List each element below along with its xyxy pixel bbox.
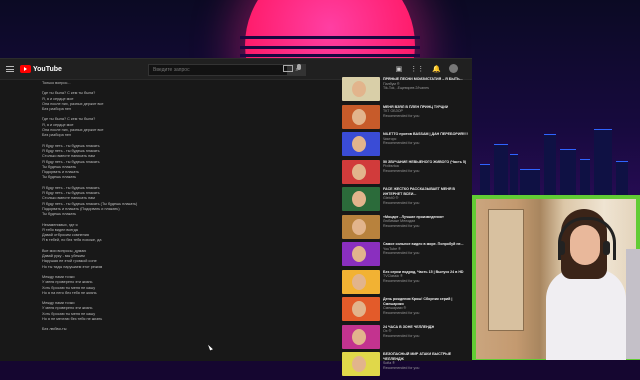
sun-stripe xyxy=(240,54,420,57)
video-info: БЕЗОПАСНЫЙ МИР АТАКИ БЫСТРЫЕ ЧЕЛЛЕНДЖ Sof… xyxy=(380,352,470,379)
recommended-video[interactable]: NILETTO против BASSAM | ДАН ПЕРЕБОРИЯ!!!… xyxy=(342,132,470,159)
video-meta: Recommended for you xyxy=(383,168,420,173)
apps-icon[interactable]: ⋮⋮ xyxy=(410,65,424,73)
video-meta: Recommended for you xyxy=(383,365,420,370)
youtube-play-icon xyxy=(20,65,31,73)
recommended-video[interactable]: ПРЯНЫЕ ПЕСНИ МОИЗИСТАТИЯ – Я БЫТЬ... Палб… xyxy=(342,77,470,104)
video-info: 50 ЗВУЧАНИЕ НЕВЫЕНОГО ЖИВОГО (Часть 5) Pi… xyxy=(380,160,466,187)
youtube-window: YouTube ⌕ ▣ ⋮⋮ 🔔 Только вопрос... Где ты… xyxy=(0,58,472,376)
video-title[interactable]: Самое сильное видео в мире. Попробуй не.… xyxy=(383,242,464,247)
search-input[interactable] xyxy=(148,64,288,76)
sun-stripe xyxy=(240,36,420,39)
recommended-videos: ПРЯНЫЕ ПЕСНИ МОИЗИСТАТИЯ – Я БЫТЬ... Палб… xyxy=(342,77,470,380)
video-thumbnail[interactable] xyxy=(342,104,380,129)
video-thumbnail[interactable] xyxy=(342,297,380,321)
video-thumbnail[interactable] xyxy=(342,77,380,101)
video-info: 24 ЧАСА В ЗОНЕ ЧЕЛЛЕНДЖ Ox ® Recommended f… xyxy=(380,325,434,352)
recommended-video[interactable]: 24 ЧАСА В ЗОНЕ ЧЕЛЛЕНДЖ Ox ® Recommended f… xyxy=(342,324,470,352)
video-meta: Recommended for you xyxy=(383,223,420,228)
video-thumbnail[interactable] xyxy=(342,132,380,156)
webcam-overlay xyxy=(472,195,640,360)
recommended-video[interactable]: 50 ЗВУЧАНИЕ НЕВЫЕНОГО ЖИВОГО (Часть 5) Pi… xyxy=(342,159,470,187)
keyboard-icon[interactable] xyxy=(283,65,293,72)
video-meta: Tik-Tok, -Ещевзрев 2/Ivanes xyxy=(383,86,429,91)
video-meta: Recommended for you xyxy=(383,200,420,205)
video-info: День рождения Крош! Сборник серий | Смеш… xyxy=(380,297,470,324)
recommended-video[interactable]: МЕНЯ ВЗЯЛ В ПЛЕН ПРИНЦ ТУРЦИИ ТКТ ОБЗОР Re… xyxy=(342,104,470,132)
recommended-video[interactable]: День рождения Крош! Сборник серий | Смеш… xyxy=(342,297,470,324)
video-title[interactable]: FACE ЖЕСТКО РАССКАЗЫВАЕТ МЕНЯ В ИНТЕРНЕТ… xyxy=(383,187,470,196)
video-thumbnail[interactable] xyxy=(342,352,380,376)
video-meta: Recommended for you xyxy=(383,278,420,283)
create-video-icon[interactable]: ▣ xyxy=(396,65,403,73)
avatar[interactable] xyxy=(449,64,458,73)
lyrics-line: Без любви-ты xyxy=(42,327,67,332)
video-meta: Recommended for you xyxy=(383,141,420,146)
recommended-video[interactable]: Без серии подряд, Часть 15 | Выпуск 24 в… xyxy=(342,269,470,297)
video-title[interactable]: День рождения Крош! Сборник серий | Смеш… xyxy=(383,297,470,306)
video-info: Без серии подряд, Часть 15 | Выпуск 24 в… xyxy=(380,270,464,297)
video-title[interactable]: ПРЯНЫЕ ПЕСНИ МОИЗИСТАТИЯ – Я БЫТЬ... xyxy=(383,77,463,82)
video-info: МЕНЯ ВЗЯЛ В ПЛЕН ПРИНЦ ТУРЦИИ ТКТ ОБЗОР Re… xyxy=(380,105,448,132)
recommended-video[interactable]: Самое сильное видео в мире. Попробуй не.… xyxy=(342,242,470,269)
microphone-icon[interactable] xyxy=(297,64,301,70)
video-title[interactable]: NILETTO против BASSAM | ДАН ПЕРЕБОРИЯ!!!… xyxy=(383,132,468,137)
video-thumbnail[interactable] xyxy=(342,214,380,239)
notifications-icon[interactable]: 🔔 xyxy=(432,65,441,73)
youtube-logo[interactable]: YouTube xyxy=(20,65,62,73)
video-info: FACE ЖЕСТКО РАССКАЗЫВАЕТ МЕНЯ В ИНТЕРНЕТ… xyxy=(380,187,470,214)
lyrics-description: Только вопрос... Где ты была? С кем ты б… xyxy=(42,81,292,333)
recommended-video[interactable]: FACE ЖЕСТКО РАССКАЗЫВАЕТ МЕНЯ В ИНТЕРНЕТ… xyxy=(342,187,470,214)
webcam-feed xyxy=(476,199,640,360)
sun-stripe xyxy=(240,46,420,49)
youtube-logo-text: YouTube xyxy=(33,65,62,73)
video-info: NILETTO против BASSAM | ДАН ПЕРЕБОРИЯ!!!… xyxy=(380,132,468,159)
video-meta: Recommended for you xyxy=(383,333,420,338)
video-meta: Recommended for you xyxy=(383,310,420,315)
recommended-video[interactable]: БЕЗОПАСНЫЙ МИР АТАКИ БЫСТРЫЕ ЧЕЛЛЕНДЖ Sof… xyxy=(342,352,470,379)
video-info: Самое сильное видео в мире. Попробуй не.… xyxy=(380,242,464,269)
video-thumbnail[interactable] xyxy=(342,324,380,349)
recommended-video[interactable]: «Моцарт - Лучшие произведения» Любимые Ме… xyxy=(342,214,470,242)
video-thumbnail[interactable] xyxy=(342,187,380,211)
video-info: ПРЯНЫЕ ПЕСНИ МОИЗИСТАТИЯ – Я БЫТЬ... Палб… xyxy=(380,77,463,104)
video-info: «Моцарт - Лучшие произведения» Любимые Ме… xyxy=(380,215,444,242)
video-thumbnail[interactable] xyxy=(342,269,380,294)
video-meta: Recommended for you xyxy=(383,113,420,118)
menu-icon[interactable] xyxy=(6,66,14,72)
video-thumbnail[interactable] xyxy=(342,159,380,184)
video-thumbnail[interactable] xyxy=(342,242,380,266)
video-meta: Recommended for you xyxy=(383,251,420,256)
